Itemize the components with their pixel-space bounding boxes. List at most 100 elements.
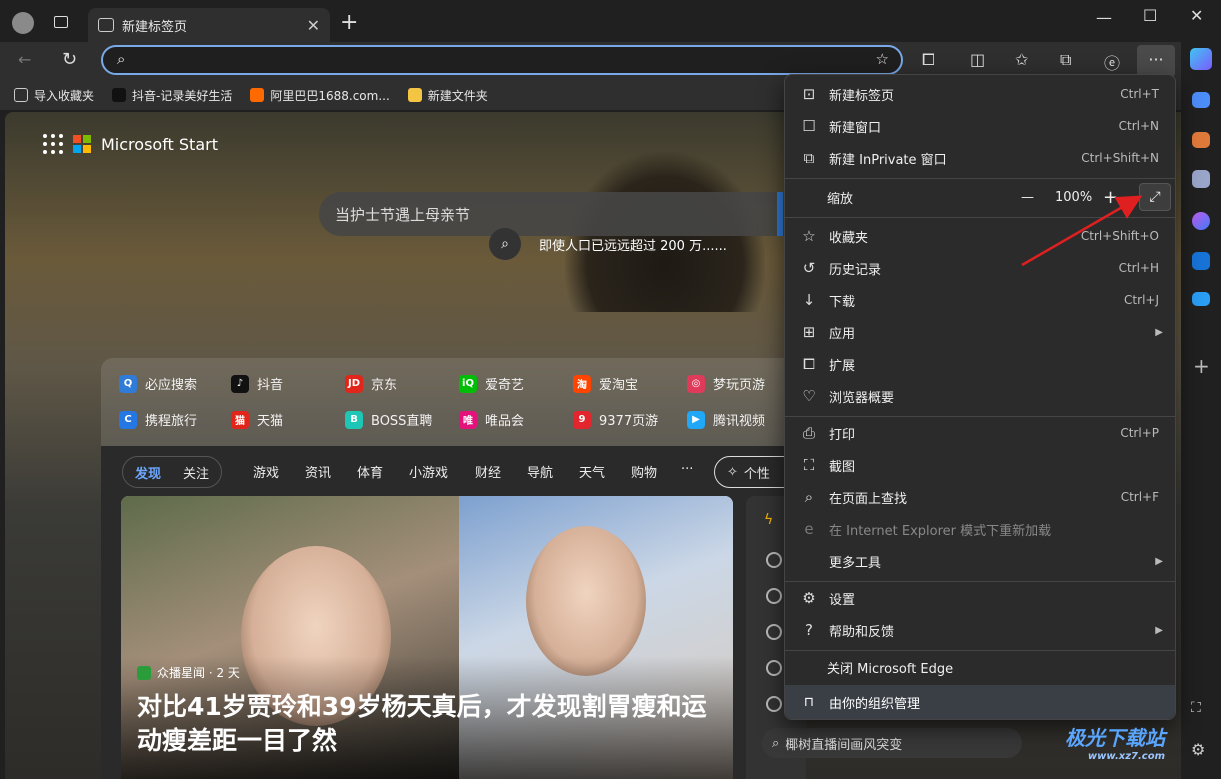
- menu-item-settings[interactable]: ⚙ 设置: [785, 582, 1175, 614]
- featured-article[interactable]: 众播星闻 · 2 天 对比41岁贾玲和39岁杨天真后，才发现割胃瘦和运动瘦差距一…: [121, 496, 733, 779]
- quick-link[interactable]: 淘爱淘宝: [573, 374, 638, 393]
- search-accent-bar: [777, 192, 783, 236]
- feed-tabs: 发现 关注: [122, 456, 223, 488]
- close-window-button[interactable]: ✕: [1190, 6, 1203, 25]
- new-tab-button[interactable]: +: [340, 10, 358, 35]
- favorites-toolbar-icon[interactable]: ✩: [1015, 50, 1028, 69]
- sidebar-settings-icon[interactable]: ⚙: [1191, 740, 1205, 759]
- feed-nav-item[interactable]: 资讯: [305, 462, 331, 481]
- ie-toolbar-icon[interactable]: ⓔ: [1104, 50, 1120, 74]
- menu-item-new-tab[interactable]: ⊡ 新建标签页 Ctrl+T: [785, 78, 1175, 110]
- bookmark-import[interactable]: 导入收藏夹: [14, 87, 94, 104]
- chevron-right-icon: ▶: [1155, 326, 1163, 338]
- alibaba-icon: [250, 88, 265, 102]
- bookmark-douyin[interactable]: 抖音-记录美好生活: [112, 87, 232, 104]
- screenshot-sidebar-icon[interactable]: ⛶: [1191, 700, 1201, 716]
- extensions-toolbar-icon[interactable]: ⧠: [922, 50, 935, 70]
- annotation-arrow: [1021, 195, 1143, 267]
- menu-item-screenshot[interactable]: ⛶ 截图: [785, 449, 1175, 481]
- games-icon[interactable]: [1192, 170, 1210, 188]
- quick-link[interactable]: B BOSS直聘: [345, 410, 432, 429]
- feed-nav-item[interactable]: 天气: [579, 462, 605, 481]
- menu-item-find[interactable]: ⌕ 在页面上查找 Ctrl+F: [785, 481, 1175, 513]
- address-bar[interactable]: ⌕ ☆: [101, 45, 903, 75]
- feed-more[interactable]: ···: [681, 462, 693, 477]
- add-favorite-icon[interactable]: ☆: [876, 50, 889, 68]
- minimize-button[interactable]: —: [1096, 8, 1112, 27]
- fullscreen-icon: ⤢: [1149, 189, 1161, 205]
- print-icon: ⎙: [802, 424, 815, 442]
- menu-item-more-tools[interactable]: 更多工具 ▶: [785, 545, 1175, 577]
- trending-search-icon: [766, 552, 782, 568]
- tencent-video-icon: ▶: [687, 410, 705, 429]
- feed-nav-item[interactable]: 购物: [631, 462, 657, 481]
- menu-item-extensions[interactable]: ⧠ 扩展: [785, 348, 1175, 380]
- search-icon: ⌕: [117, 50, 126, 68]
- tab-new-tab[interactable]: 新建标签页 ✕: [88, 8, 330, 42]
- menu-item-essentials[interactable]: ♡ 浏览器概要: [785, 380, 1175, 412]
- feed-nav-item[interactable]: 体育: [357, 462, 383, 481]
- trending-search-item[interactable]: ⌕ 椰树直播间画风突变: [762, 728, 1022, 758]
- search-icon: ⌕: [489, 228, 521, 260]
- feed-nav-item[interactable]: 导航: [527, 462, 553, 481]
- back-button[interactable]: ←: [18, 50, 31, 69]
- tools-icon[interactable]: [1192, 132, 1210, 148]
- split-screen-icon[interactable]: ◫: [970, 50, 985, 69]
- feed-nav-item[interactable]: 小游戏: [409, 462, 448, 481]
- menu-item-managed[interactable]: ⊓ 由你的组织管理: [785, 685, 1175, 719]
- quick-link[interactable]: JD 京东: [345, 374, 397, 393]
- menu-item-help[interactable]: ? 帮助和反馈 ▶: [785, 614, 1175, 646]
- trending-search-icon: [766, 624, 782, 640]
- 9377-icon: 9: [573, 410, 591, 429]
- settings-and-more-button[interactable]: ···: [1137, 45, 1175, 77]
- quick-link[interactable]: ▶ 腾讯视频: [687, 410, 765, 429]
- microsoft365-icon[interactable]: [1192, 212, 1210, 230]
- copilot-icon[interactable]: [1190, 48, 1212, 70]
- drop-icon[interactable]: [1192, 292, 1210, 306]
- quick-link[interactable]: 唯唯品会: [459, 410, 524, 429]
- quick-link[interactable]: iQ 爱奇艺: [459, 374, 524, 393]
- tab-actions-icon[interactable]: [54, 16, 68, 28]
- article-source: 众播星闻 · 2 天: [137, 664, 240, 681]
- trending-search-icon: [766, 588, 782, 604]
- favorites-icon: ☆: [802, 227, 816, 245]
- menu-item-close-edge[interactable]: 关闭 Microsoft Edge: [785, 651, 1175, 683]
- feed-nav-item[interactable]: 游戏: [253, 462, 279, 481]
- add-sidebar-icon[interactable]: +: [1193, 354, 1210, 378]
- jd-icon: JD: [345, 374, 363, 393]
- refresh-button[interactable]: ↻: [62, 49, 77, 70]
- quick-link[interactable]: ◎ 梦玩页游: [687, 374, 765, 393]
- menu-item-new-window[interactable]: ☐ 新建窗口 Ctrl+N: [785, 110, 1175, 142]
- taobao-icon: 淘: [573, 374, 591, 393]
- quick-link[interactable]: 猫天猫: [231, 410, 283, 429]
- help-icon: ?: [805, 621, 813, 639]
- tab-close-icon[interactable]: ✕: [307, 16, 320, 35]
- bookmark-folder[interactable]: 新建文件夹: [407, 87, 488, 104]
- menu-item-print[interactable]: ⎙ 打印 Ctrl+P: [785, 417, 1175, 449]
- menu-item-inprivate[interactable]: ⧉ 新建 InPrivate 窗口 Ctrl+Shift+N: [785, 142, 1175, 174]
- menu-item-apps[interactable]: ⊞ 应用 ▶: [785, 316, 1175, 348]
- profile-avatar[interactable]: [12, 12, 34, 34]
- menu-separator: [785, 178, 1175, 179]
- feed-nav-item[interactable]: 财经: [475, 462, 501, 481]
- app-launcher-icon[interactable]: [43, 134, 63, 154]
- microsoft-logo-icon: [73, 135, 91, 153]
- background-info[interactable]: ⌕ 即使人口已远远超过 200 万......: [489, 228, 727, 260]
- quick-link[interactable]: Q 必应搜索: [119, 374, 197, 393]
- quick-link[interactable]: ♪ 抖音: [231, 374, 283, 393]
- tab-follow[interactable]: 关注: [183, 463, 209, 482]
- outlook-icon[interactable]: [1192, 252, 1210, 270]
- quick-link[interactable]: C 携程旅行: [119, 410, 197, 429]
- collections-icon[interactable]: ⧉: [1060, 50, 1071, 70]
- new-tab-favicon-icon: [98, 18, 114, 32]
- article-headline[interactable]: 对比41岁贾玲和39岁杨天真后，才发现割胃瘦和运动瘦差距一目了然: [137, 690, 717, 758]
- tab-discover[interactable]: 发现: [135, 463, 161, 482]
- bookmark-1688[interactable]: 阿里巴巴1688.com...: [250, 87, 390, 104]
- maximize-button[interactable]: ☐: [1143, 6, 1157, 25]
- edge-sidebar: + ⛶ ⚙: [1181, 42, 1221, 779]
- tab-title: 新建标签页: [122, 19, 188, 35]
- quick-link[interactable]: 9 9377页游: [573, 410, 658, 429]
- menu-item-downloads[interactable]: ↓ 下载 Ctrl+J: [785, 284, 1175, 316]
- microsoft-start-header: Microsoft Start: [43, 134, 218, 154]
- shopping-tag-icon[interactable]: [1192, 92, 1210, 108]
